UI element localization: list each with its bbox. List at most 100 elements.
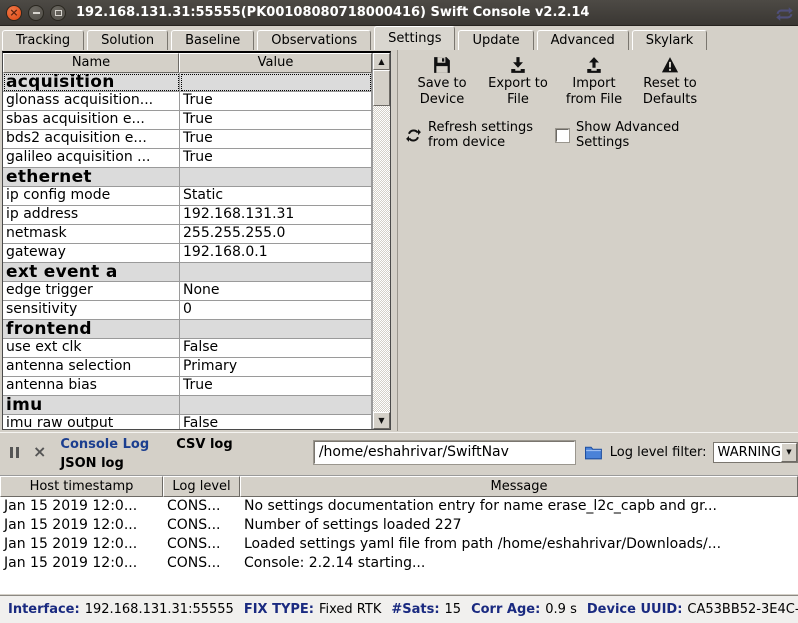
log-timestamp: Jan 15 2019 12:0... [0,516,163,535]
main-tab-label: Baseline [185,33,240,48]
main-tab[interactable]: Baseline [171,30,254,50]
setting-name: antenna bias [3,377,180,396]
minimize-window-button[interactable] [28,5,44,21]
settings-row[interactable]: sensitivity 0 [3,301,372,320]
console-log-tab[interactable]: CSV log [176,437,232,452]
log-message: No settings documentation entry for name… [240,497,798,516]
scrollbar-thumb[interactable] [373,70,390,106]
show-advanced-label: Show Advanced Settings [576,120,681,150]
settings-row[interactable]: sbas acquisition e... True [3,111,372,130]
column-header-log-level[interactable]: Log level [163,476,240,497]
main-tab-label: Settings [388,31,441,46]
main-tab-label: Solution [101,33,154,48]
chevron-down-icon[interactable]: ▼ [781,443,797,462]
reset-to-defaults-label: Reset to Defaults [632,76,708,108]
log-row[interactable]: Jan 15 2019 12:0... CONS... Console: 2.2… [0,554,798,573]
settings-row[interactable]: ext event a [3,263,372,282]
log-row[interactable]: Jan 15 2019 12:0... CONS... Number of se… [0,516,798,535]
refresh-settings-button[interactable]: Refresh settings from device [404,120,554,150]
settings-row[interactable]: frontend [3,320,372,339]
settings-row[interactable]: antenna bias True [3,377,372,396]
pause-log-button[interactable] [10,447,19,458]
setting-name: use ext clk [3,339,180,358]
log-row[interactable]: Jan 15 2019 12:0... CONS... No settings … [0,497,798,516]
console-log-tab[interactable]: JSON log [60,456,123,471]
export-download-icon [509,56,527,74]
settings-row[interactable]: edge trigger None [3,282,372,301]
setting-name: acquisition [3,73,180,92]
setting-value: 0 [180,301,372,320]
settings-scrollbar[interactable]: ▲ ▼ [372,53,390,429]
close-window-button[interactable]: × [6,5,22,21]
setting-name: sbas acquisition e... [3,111,180,130]
settings-row[interactable]: use ext clk False [3,339,372,358]
settings-row[interactable]: galileo acquisition ... True [3,149,372,168]
setting-value: Static [180,187,372,206]
setting-name: imu [3,396,180,415]
setting-name: ethernet [3,168,180,187]
export-to-file-button[interactable]: Export to File [480,56,556,108]
log-row[interactable]: Jan 15 2019 12:0... CONS... Loaded setti… [0,535,798,554]
main-tab-label: Tracking [16,33,70,48]
log-timestamp: Jan 15 2019 12:0... [0,535,163,554]
column-header-value[interactable]: Value [179,53,372,73]
main-tab[interactable]: Solution [87,30,168,50]
main-tab[interactable]: Advanced [537,30,629,50]
settings-tab-content: Name Value acquisition glonass acquisiti… [0,50,798,432]
status-label: Corr Age: [471,602,540,617]
setting-name: sensitivity [3,301,180,320]
log-timestamp: Jan 15 2019 12:0... [0,497,163,516]
setting-value [180,396,372,415]
window-title: 192.168.131.31:55555(PK00108080718000416… [76,5,589,20]
import-from-file-button[interactable]: Import from File [556,56,632,108]
setting-value: False [180,339,372,358]
log-path-input[interactable] [314,441,575,464]
main-tab[interactable]: Update [458,30,533,50]
settings-row[interactable]: ip address 192.168.131.31 [3,206,372,225]
save-to-device-button[interactable]: Save to Device [404,56,480,108]
maximize-window-button[interactable] [50,5,66,21]
status-label: Interface: [8,602,80,617]
settings-row[interactable]: bds2 acquisition e... True [3,130,372,149]
setting-name: gateway [3,244,180,263]
column-header-message[interactable]: Message [240,476,798,497]
scroll-down-button[interactable]: ▼ [373,412,390,429]
column-header-host-timestamp[interactable]: Host timestamp [0,476,163,497]
settings-row[interactable]: imu raw output False [3,415,372,429]
column-header-name[interactable]: Name [3,53,179,73]
settings-row[interactable]: ethernet [3,168,372,187]
settings-row[interactable]: ip config mode Static [3,187,372,206]
main-tab[interactable]: Observations [257,30,371,50]
main-tabbar: Tracking Solution Baseline Observations … [0,26,798,50]
settings-row[interactable]: imu [3,396,372,415]
main-tab[interactable]: Tracking [2,30,84,50]
console-table-body: Jan 15 2019 12:0... CONS... No settings … [0,497,798,573]
scrollbar-track[interactable] [373,106,390,412]
import-upload-icon [585,56,603,74]
folder-icon[interactable] [585,445,602,460]
log-level-value: WARNING [714,445,781,460]
log-level-dropdown[interactable]: WARNING ▼ [713,442,798,463]
status-item: Corr Age:0.9 s [471,602,577,617]
refresh-icon [406,128,421,143]
setting-value [180,263,372,282]
setting-value: True [180,92,372,111]
main-tab-label: Update [472,33,519,48]
main-tab[interactable]: Skylark [632,30,707,50]
settings-row[interactable]: gateway 192.168.0.1 [3,244,372,263]
setting-name: ip config mode [3,187,180,206]
setting-value: 192.168.0.1 [180,244,372,263]
settings-row[interactable]: netmask 255.255.255.0 [3,225,372,244]
setting-name: ext event a [3,263,180,282]
console-log-tab[interactable]: Console Log [60,437,149,452]
main-tab-label: Advanced [551,33,615,48]
reset-to-defaults-button[interactable]: Reset to Defaults [632,56,708,108]
show-advanced-checkbox[interactable] [556,129,569,142]
sync-icon[interactable] [776,6,793,22]
settings-row[interactable]: glonass acquisition... True [3,92,372,111]
settings-row[interactable]: antenna selection Primary [3,358,372,377]
main-tab[interactable]: Settings [374,26,455,50]
clear-log-button[interactable]: × [33,445,46,459]
scroll-up-button[interactable]: ▲ [373,53,390,70]
settings-row[interactable]: acquisition [3,73,372,92]
